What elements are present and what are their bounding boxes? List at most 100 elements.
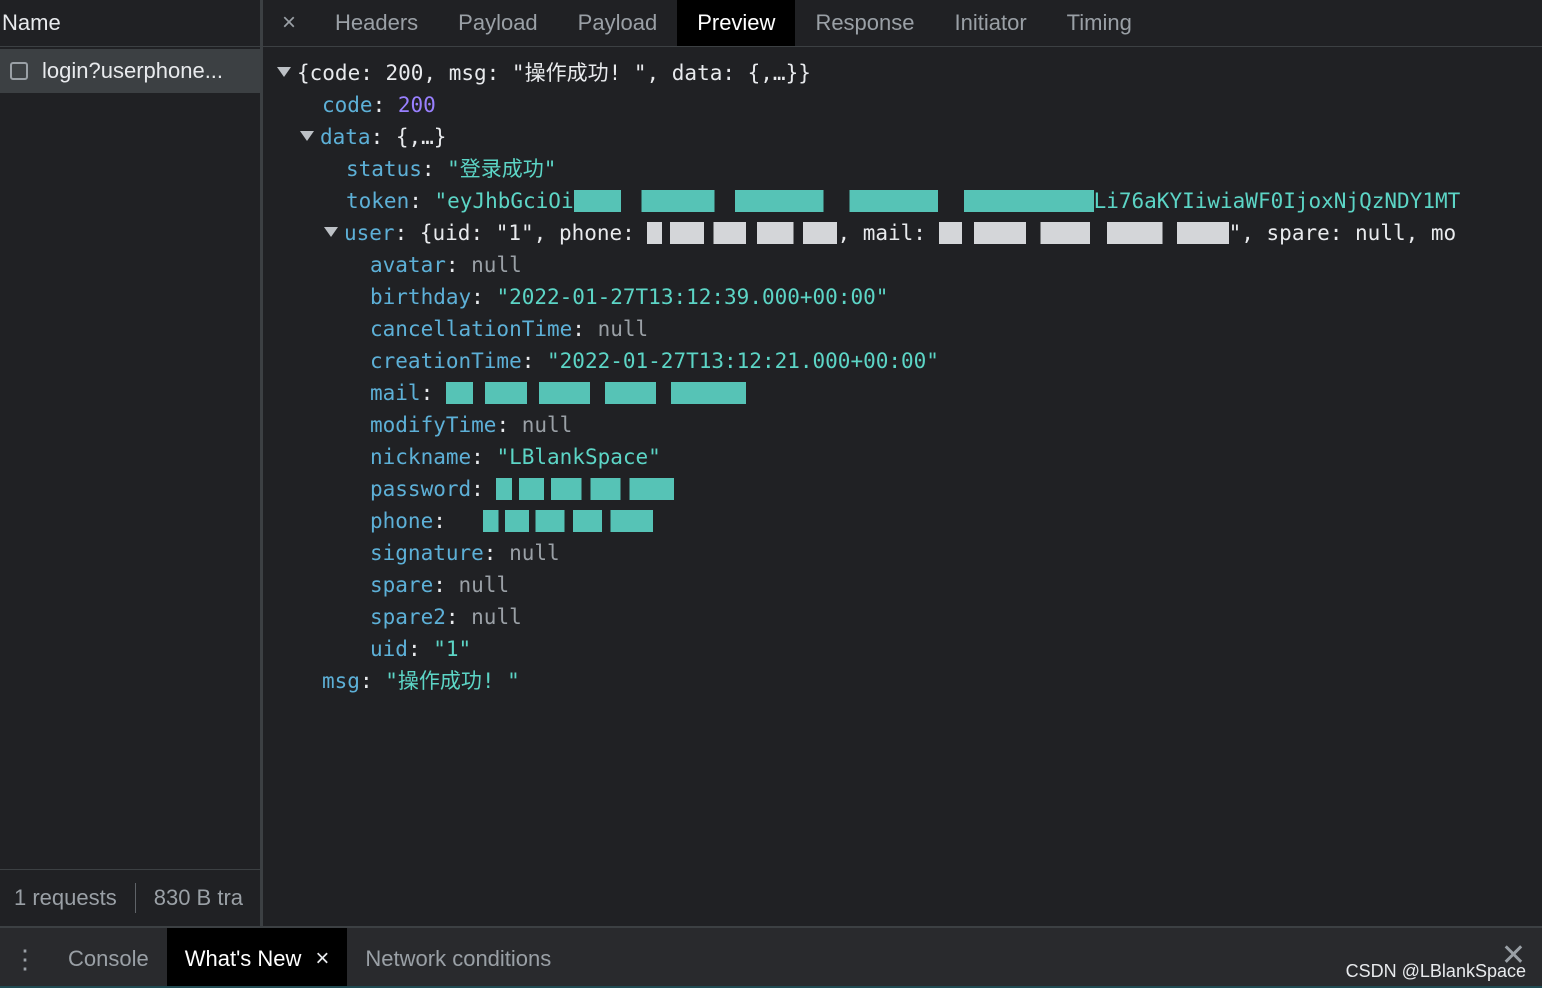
user-summary-part-1: {uid: "1", phone: — [419, 221, 648, 245]
field-value: null — [458, 573, 510, 597]
root-summary: {code: 200, msg: "操作成功! ", data: {,…}} — [297, 61, 811, 85]
field-key: avatar — [370, 253, 446, 277]
field-value: null — [509, 541, 560, 565]
drawer-menu-icon[interactable]: ⋮ — [0, 928, 50, 988]
bottom-drawer: ⋮ Console What's New × Network condition… — [0, 926, 1542, 988]
field-value: "2022-01-27T13:12:21.000+00:00" — [547, 349, 939, 373]
user-field-modifytime-row: modifyTime: null — [370, 413, 573, 437]
tab-preview[interactable]: Preview — [677, 0, 796, 46]
drawer-tab-console[interactable]: Console — [50, 928, 167, 988]
drawer-tab-console-label: Console — [68, 946, 149, 971]
user-field-password-row: password: — [263, 473, 1542, 505]
code-row: code: 200 — [322, 93, 436, 117]
token-redaction — [573, 190, 1094, 212]
msg-row: msg: "操作成功! " — [322, 669, 520, 693]
user-row[interactable]: user: {uid: "1", phone: , mail: ", spare… — [263, 217, 1542, 249]
phone-redaction — [482, 510, 653, 532]
request-details-panel: × Headers Payload Payload Preview Respon… — [263, 0, 1542, 926]
user-field-spare2-row: spare2: null — [370, 605, 522, 629]
field-key: spare — [370, 573, 434, 597]
field-key: phone — [370, 509, 434, 533]
expand-triangle-icon[interactable] — [277, 67, 291, 77]
status-value: "登录成功" — [447, 157, 557, 181]
detail-tabbar: × Headers Payload Payload Preview Respon… — [263, 0, 1542, 47]
drawer-tab-network-conditions-label: Network conditions — [365, 946, 552, 971]
close-tab-icon[interactable]: × — [315, 945, 329, 973]
code-key: code — [322, 93, 373, 117]
user-field-nickname-row: nickname: "LBlankSpace" — [370, 445, 661, 469]
field-value: null — [597, 317, 649, 341]
user-field-mail-row: mail: — [263, 377, 1542, 409]
tab-initiator[interactable]: Initiator — [935, 0, 1047, 46]
name-column-header-label: Name — [2, 10, 61, 35]
status-bar: 1 requests 830 B tra — [0, 869, 260, 926]
field-value: null — [521, 413, 573, 437]
user-field-cancellationtime-row: cancellationTime: null — [370, 317, 649, 341]
token-value-end: Li76aKYIiwiaWF0IjoxNjQzNDY1MT — [1093, 189, 1461, 213]
phone-redaction — [647, 222, 838, 244]
field-key: modifyTime — [370, 413, 497, 437]
msg-value: "操作成功! " — [385, 669, 520, 693]
token-row: token: "eyJhbGciOi Li76aKYIiwiaWF0IjoxNjQ… — [346, 189, 1461, 213]
user-field-birthday-row: birthday: "2022-01-27T13:12:39.000+00:00… — [370, 285, 889, 309]
close-details-icon[interactable]: × — [263, 0, 315, 46]
devtools-network-panel: Name login?userphone... 1 requests 830 B… — [0, 0, 1542, 988]
field-key: mail — [370, 381, 421, 405]
expand-triangle-icon[interactable] — [300, 131, 314, 141]
data-key: data — [320, 125, 371, 149]
tab-payload[interactable]: Payload — [438, 0, 558, 46]
request-name: login?userphone... — [42, 58, 224, 83]
root-object-row[interactable]: {code: 200, msg: "操作成功! ", data: {,…}} — [263, 57, 1542, 89]
field-value: "2022-01-27T13:12:39.000+00:00" — [496, 285, 889, 309]
user-field-spare-row: spare: null — [370, 573, 510, 597]
password-redaction — [496, 478, 675, 500]
transferred-size: 830 B tra — [153, 885, 244, 910]
field-key: spare2 — [370, 605, 446, 629]
tab-payload-2[interactable]: Payload — [558, 0, 678, 46]
token-value-start: "eyJhbGciOi — [434, 189, 574, 213]
drawer-tab-network-conditions[interactable]: Network conditions — [347, 928, 569, 988]
mail-redaction — [445, 382, 746, 404]
tab-timing[interactable]: Timing — [1047, 0, 1152, 46]
drawer-tab-whats-new[interactable]: What's New × — [166, 928, 348, 988]
mail-redaction — [938, 222, 1229, 244]
watermark-text: CSDN @LBlankSpace — [1345, 961, 1526, 981]
drawer-tab-whats-new-label: What's New — [184, 946, 302, 971]
user-field-signature-row: signature: null — [370, 541, 560, 565]
tab-response[interactable]: Response — [795, 0, 934, 46]
request-checkbox[interactable] — [10, 62, 28, 80]
name-column-header[interactable]: Name — [0, 0, 260, 47]
expand-triangle-icon[interactable] — [324, 227, 338, 237]
user-field-uid-row: uid: "1" — [370, 637, 472, 661]
user-summary-part-3: ", spare: null, mo — [1228, 221, 1457, 245]
user-field-avatar-row: avatar: null — [370, 253, 522, 277]
tab-headers[interactable]: Headers — [315, 0, 438, 46]
status-key: status — [346, 157, 422, 181]
data-row[interactable]: data: {,…} — [263, 121, 1542, 153]
msg-key: msg — [322, 669, 360, 693]
field-value: null — [471, 253, 522, 277]
field-value: "LBlankSpace" — [496, 445, 661, 469]
field-key: nickname — [370, 445, 472, 469]
field-key: password — [370, 477, 472, 501]
user-field-phone-row: phone: — [263, 505, 1542, 537]
code-value: 200 — [397, 93, 436, 117]
user-summary-part-2: , mail: — [837, 221, 939, 245]
json-preview-tree: {code: 200, msg: "操作成功! ", data: {,…}} c… — [263, 47, 1542, 697]
field-key: birthday — [370, 285, 472, 309]
field-key: creationTime — [370, 349, 522, 373]
user-key: user — [344, 221, 395, 245]
token-key: token — [346, 189, 410, 213]
request-row[interactable]: login?userphone... — [0, 49, 260, 93]
field-value: null — [471, 605, 522, 629]
request-count: 1 requests — [14, 885, 117, 910]
status-row: status: "登录成功" — [346, 157, 557, 181]
request-list-panel: Name login?userphone... 1 requests 830 B… — [0, 0, 263, 926]
field-value: "1" — [433, 637, 472, 661]
field-key: signature — [370, 541, 484, 565]
user-field-creationtime-row: creationTime: "2022-01-27T13:12:21.000+0… — [370, 349, 939, 373]
user-fields: avatar: null birthday: "2022-01-27T13:12:… — [263, 249, 1542, 665]
data-summary: {,…} — [395, 125, 447, 149]
field-key: uid — [370, 637, 408, 661]
field-key: cancellationTime — [370, 317, 573, 341]
